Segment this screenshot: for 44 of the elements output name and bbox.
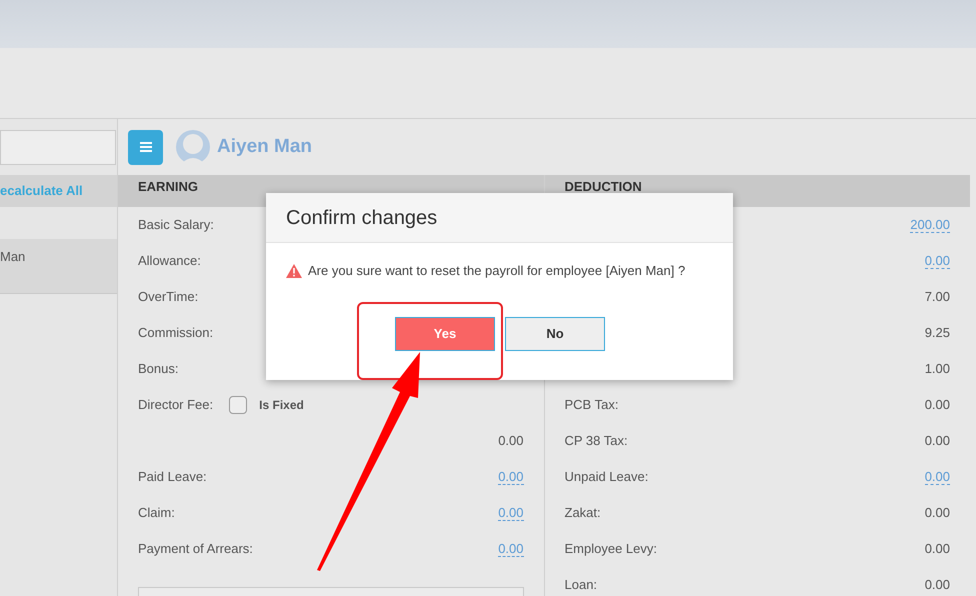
value-link[interactable]: 0.00 xyxy=(924,470,950,484)
employee-name: Aiyen Man xyxy=(217,134,312,159)
field-label: Basic Salary: xyxy=(138,216,214,234)
field-label: Zakat: xyxy=(564,504,601,522)
warning-icon xyxy=(286,264,302,278)
field-value: 0.00 xyxy=(924,432,950,450)
field-value: 9.25 xyxy=(924,324,950,342)
field-value: 0.00 xyxy=(924,504,950,522)
field-label: Director Fee: xyxy=(138,396,214,414)
avatar-icon xyxy=(173,130,213,164)
recalculate-all-button[interactable]: ecalculate All xyxy=(0,175,117,207)
dialog-title: Confirm changes xyxy=(286,206,438,230)
no-button[interactable]: No xyxy=(505,316,605,350)
field-label: Unpaid Leave: xyxy=(564,468,648,486)
menu-icon xyxy=(140,142,152,152)
field-label: PCB Tax: xyxy=(564,396,618,414)
field-value: 0.00 xyxy=(924,576,950,594)
field-label: CP 38 Tax: xyxy=(564,432,628,450)
checkbox[interactable] xyxy=(229,396,248,414)
checkbox-label: Is Fixed xyxy=(259,397,304,414)
field-label: Payment of Arrears: xyxy=(138,540,253,558)
yes-button[interactable]: Yes xyxy=(395,316,495,350)
field-label: Employee Levy: xyxy=(564,540,657,558)
value-link[interactable]: 0.00 xyxy=(498,470,524,484)
value-link[interactable]: 0.00 xyxy=(498,506,524,520)
field-value: 0.00 xyxy=(924,540,950,558)
value-link[interactable]: 200.00 xyxy=(910,218,950,232)
field-value: 1.00 xyxy=(924,360,950,378)
field-label: Allowance: xyxy=(138,252,201,270)
field-label: Commission: xyxy=(138,324,214,342)
menu-button[interactable] xyxy=(128,130,163,164)
employee-list-item[interactable]: Man xyxy=(0,239,117,294)
field-label: Paid Leave: xyxy=(138,468,207,486)
field-label: Claim: xyxy=(138,504,175,522)
search-field[interactable] xyxy=(0,130,116,164)
field-value: 7.00 xyxy=(924,288,950,306)
field-label: Bonus: xyxy=(138,360,178,378)
field-value: 0.00 xyxy=(924,396,950,414)
dialog-message: Are you sure want to reset the payroll for employee [Aiyen Man] ? xyxy=(308,262,686,280)
field-label: Loan: xyxy=(564,576,598,594)
field-value: 0.00 xyxy=(498,432,524,450)
value-link[interactable]: 0.00 xyxy=(924,254,950,268)
value-link[interactable]: 0.00 xyxy=(498,542,524,556)
field-label: OverTime: xyxy=(138,288,198,306)
